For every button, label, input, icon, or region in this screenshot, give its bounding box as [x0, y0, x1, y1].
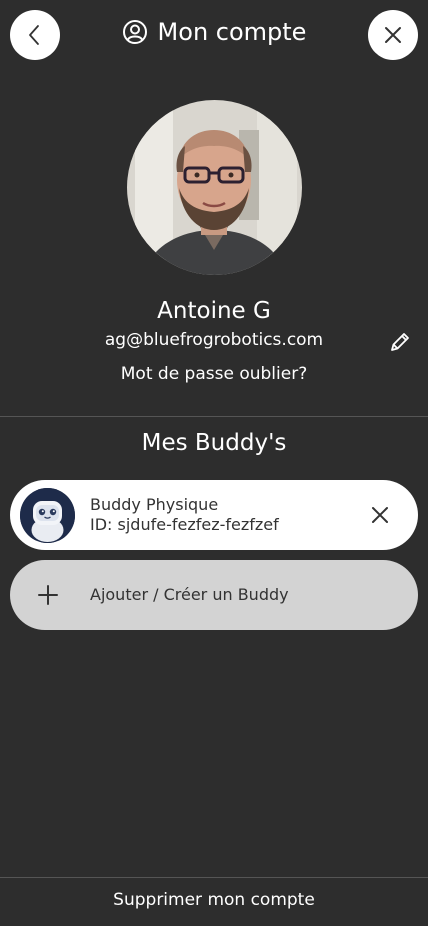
user-circle-icon — [122, 20, 147, 44]
profile-name: Antoine G — [157, 298, 271, 324]
buddy-name: Buddy Physique — [90, 495, 219, 514]
pencil-icon[interactable] — [386, 330, 412, 356]
delete-account-button[interactable]: Supprimer mon compte — [0, 890, 428, 910]
buddy-card[interactable]: Buddy Physique ID: sjdufe-fezfez-fezfzef — [10, 480, 418, 550]
buddy-avatar — [20, 488, 75, 543]
close-icon — [372, 507, 388, 523]
divider — [0, 877, 428, 878]
close-icon — [385, 27, 401, 43]
profile-photo — [127, 100, 302, 275]
forgot-password-link[interactable]: Mot de passe oublier? — [0, 364, 428, 384]
page-header: Mon compte — [0, 18, 428, 46]
add-buddy-label: Ajouter / Créer un Buddy — [90, 585, 289, 604]
buddies-section-title: Mes Buddy's — [141, 430, 287, 456]
page-title: Mon compte — [157, 18, 307, 46]
plus-icon — [38, 585, 58, 605]
close-button[interactable] — [368, 10, 418, 60]
add-buddy-button[interactable]: Ajouter / Créer un Buddy — [10, 560, 418, 630]
buddy-id: ID: sjdufe-fezfez-fezfzef — [90, 515, 279, 534]
buddy-robot-image — [20, 488, 75, 543]
remove-buddy-button[interactable] — [365, 500, 395, 530]
divider — [0, 416, 428, 417]
profile-email: ag@bluefrogrobotics.com — [104, 330, 324, 350]
profile-avatar[interactable] — [127, 100, 302, 275]
